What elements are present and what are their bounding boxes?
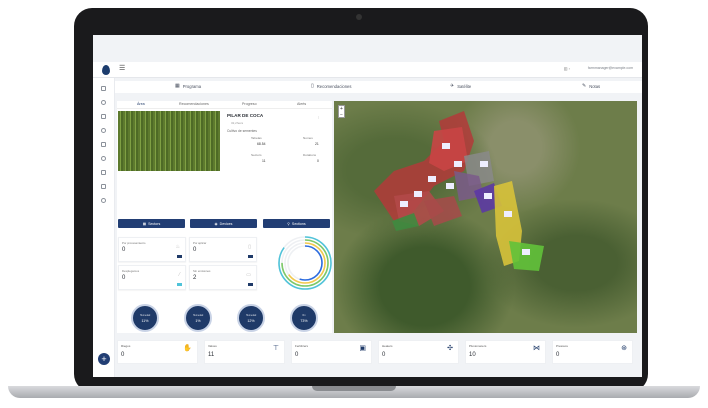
summary-card[interactable]: Heaters 0 ✣ [378, 340, 459, 364]
document-icon: ▯ [248, 244, 251, 250]
pin-icon: ⚲ [287, 221, 290, 226]
clipboard-icon: ▯ [311, 83, 314, 89]
sub-tabs: Área Recomendaciones Progreso Alerts [117, 101, 332, 109]
humidity-gauge: Humedad 1% [184, 304, 212, 332]
farm-panel: Área Recomendaciones Progreso Alerts PIL… [117, 101, 332, 333]
settings-icon[interactable] [101, 128, 106, 133]
zoom-control[interactable]: + − [338, 105, 345, 118]
devices-button[interactable]: ◉ Devices [190, 219, 257, 228]
tab-notas[interactable]: ✎ Notas [582, 83, 600, 89]
tools-icon[interactable] [101, 184, 106, 189]
stat-card[interactable]: Por aplicar 0 ▯ [189, 237, 257, 262]
gauge-icon: ⊛ [621, 345, 627, 352]
hamburger-icon[interactable]: ☰ [119, 64, 125, 72]
notification-icon[interactable]: ▥ › [564, 66, 570, 71]
stat-card[interactable]: Por procesamiento 0 ♨ [118, 237, 186, 262]
device-summary: Riegos 0 ✋ Valves 11 ⊤ Fertilizers 0 ▣ Heaters… [117, 340, 637, 366]
more-options-icon[interactable]: ⋮ [317, 115, 320, 119]
detail-label: Tabelas [251, 136, 262, 140]
sensor-marker [454, 161, 462, 167]
summary-card[interactable]: Riegos 0 ✋ [117, 340, 198, 364]
calendar-icon: ▦ [175, 83, 180, 89]
humidity-gauge: Humedad 11% [131, 304, 159, 332]
field-thumbnail [118, 111, 220, 171]
sensor-marker [484, 193, 492, 199]
subtab-area[interactable]: Área [137, 102, 145, 106]
user-email[interactable]: farmmanager@example.com [588, 66, 633, 70]
tab-recomendaciones[interactable]: ▯ Recomendaciones [311, 83, 351, 89]
flow-icon: ⋈ [533, 345, 540, 352]
summary-card[interactable]: Valves 11 ⊤ [204, 340, 285, 364]
home-icon[interactable] [101, 86, 106, 91]
detail-label: Sectors [251, 153, 262, 157]
sensor-marker [522, 249, 530, 255]
sidebar [93, 78, 115, 377]
location-icon[interactable] [101, 100, 106, 105]
subtab-progreso[interactable]: Progreso [242, 102, 257, 106]
grid-icon: ▦ [142, 221, 147, 226]
sensor-icon[interactable] [101, 170, 106, 175]
sensor-marker [504, 211, 512, 217]
detail-label: Dotations [303, 153, 317, 157]
sections-button[interactable]: ⚲ Sections [263, 219, 330, 228]
sensor-marker [446, 183, 454, 189]
sensor-marker [400, 201, 408, 207]
field-parcel [509, 241, 544, 271]
top-bar [93, 62, 642, 78]
satellite-map[interactable]: + − [334, 101, 637, 333]
sensor-marker [480, 161, 488, 167]
subtab-recomendaciones[interactable]: Recomendaciones [179, 102, 209, 106]
leaf-icon: ⁄ [179, 272, 180, 278]
tab-programa[interactable]: ▦ Programa [175, 83, 201, 89]
summary-card[interactable]: Pluviometers 10 ⋈ [465, 340, 546, 364]
stat-card[interactable]: Sin emisiones 2 ▭ [189, 265, 257, 290]
detail-value: 0 [317, 159, 319, 163]
field-parcel [424, 196, 462, 226]
pin-icon: ✎ [582, 83, 587, 89]
app-logo-icon[interactable] [102, 65, 110, 75]
satellite-icon: ✈ [450, 83, 455, 89]
status-indicator [177, 283, 182, 286]
chart-icon[interactable] [101, 142, 106, 147]
calendar-icon[interactable] [101, 114, 106, 119]
stat-card[interactable]: Desplegamos 0 ⁄ [118, 265, 186, 290]
gear-icon[interactable] [101, 198, 106, 203]
battery-icon: ▭ [246, 272, 251, 278]
farm-area: 32,2hecs [231, 121, 244, 125]
weather-icon[interactable] [101, 156, 106, 161]
add-button[interactable]: + [98, 353, 110, 365]
hand-drop-icon: ✋ [183, 345, 192, 352]
detail-label: Nomes [303, 136, 313, 140]
sensor-marker [428, 176, 436, 182]
device-icon: ◉ [214, 221, 218, 226]
detail-value: 21 [315, 142, 319, 146]
status-indicator [177, 255, 182, 258]
farm-title: PILAR DE COCA [227, 113, 264, 118]
detail-value: 68.54 [257, 142, 266, 146]
faucet-icon: ⊤ [272, 345, 279, 352]
humidity-gauge: Humedad 12% [237, 304, 265, 332]
laptop-notch [312, 386, 396, 391]
fertilizer-icon: ▣ [359, 345, 366, 352]
status-indicator [248, 255, 253, 258]
detail-value: 11 [262, 159, 266, 163]
details-heading: Cultivo de sementes [227, 129, 257, 133]
app-screen: ☰ ▥ › farmmanager@example.com ▦ Programa … [93, 35, 642, 377]
summary-card[interactable]: Pressure 0 ⊛ [552, 340, 633, 364]
summary-card[interactable]: Fertilizers 0 ▣ [291, 340, 372, 364]
sectors-button[interactable]: ▦ Sectors [118, 219, 185, 228]
drop-icon: ♨ [175, 244, 180, 250]
tab-satelite[interactable]: ✈ Satélite [450, 83, 471, 89]
ring-chart [277, 235, 333, 291]
sensor-marker [442, 143, 450, 149]
subtab-alerts[interactable]: Alerts [297, 102, 306, 106]
fan-icon: ✣ [447, 345, 453, 352]
sensor-marker [414, 191, 422, 197]
main-tabs: ▦ Programa ▯ Recomendaciones ✈ Satélite ✎ No… [115, 81, 642, 93]
rn-gauge: Rn 73% [290, 304, 318, 332]
status-indicator [248, 283, 253, 286]
